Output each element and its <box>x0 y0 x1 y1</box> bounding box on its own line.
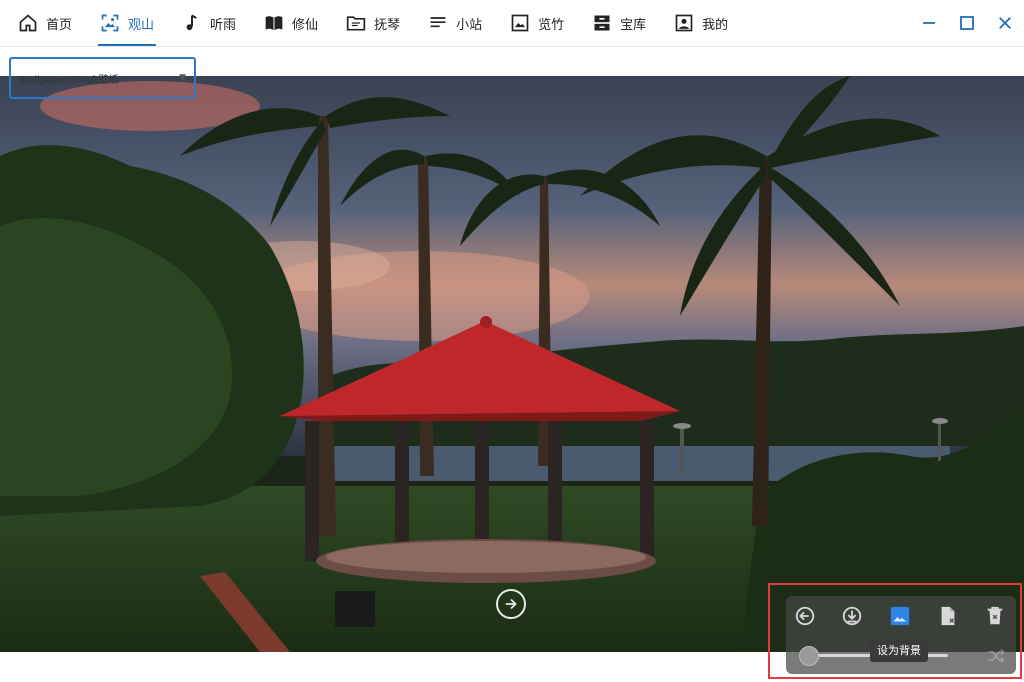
download-button[interactable] <box>840 604 864 628</box>
file-icon <box>941 606 955 626</box>
nav-mountain-label: 观山 <box>128 17 155 33</box>
arrow-right-icon <box>505 598 517 610</box>
nav-qin[interactable]: 抚琴 <box>336 0 410 46</box>
nav-treasury[interactable]: 宝库 <box>582 0 656 46</box>
wallpaper-viewer <box>0 76 1024 652</box>
main-nav: 首页 观山 听雨 修仙 抚琴 小站 览竹 宝库 我的 <box>8 0 746 46</box>
home-icon <box>19 14 37 32</box>
maximize-button[interactable] <box>948 0 986 46</box>
nav-station[interactable]: 小站 <box>418 0 492 46</box>
nav-mine-label: 我的 <box>702 17 729 33</box>
minimize-button[interactable] <box>910 0 948 46</box>
download-icon <box>842 606 862 626</box>
wallpaper-image <box>0 76 1024 652</box>
book-icon <box>265 16 283 31</box>
nav-station-label: 小站 <box>456 17 483 33</box>
trash-icon <box>987 606 1003 625</box>
list-icon <box>430 17 446 28</box>
nav-bamboo[interactable]: 览竹 <box>500 0 574 46</box>
previous-button[interactable] <box>793 604 817 628</box>
folder-icon <box>346 16 366 31</box>
nav-bamboo-label: 览竹 <box>538 17 565 33</box>
nav-home-label: 首页 <box>46 17 73 33</box>
wallpaper-icon <box>890 606 910 626</box>
next-wallpaper-button[interactable] <box>496 589 526 619</box>
picture-icon <box>511 14 529 32</box>
shuffle-icon[interactable] <box>986 646 1006 666</box>
tooltip: 设为背景 <box>870 640 928 662</box>
nav-rain[interactable]: 听雨 <box>172 0 246 46</box>
close-icon <box>999 17 1011 29</box>
slider-thumb[interactable] <box>799 646 819 666</box>
nav-qin-label: 抚琴 <box>374 17 401 33</box>
nav-cultivate[interactable]: 修仙 <box>254 0 328 46</box>
wallpaper-control-panel: 设为背景 <box>786 596 1016 674</box>
nav-cultivate-label: 修仙 <box>292 17 319 33</box>
maximize-icon <box>960 16 974 30</box>
minimize-icon <box>923 22 935 24</box>
nav-mine[interactable]: 我的 <box>664 0 738 46</box>
nav-rain-label: 听雨 <box>210 17 237 33</box>
wallpaper-source-select[interactable]: WallpaperScraft壁纸 ▼ <box>9 57 196 99</box>
chevron-down-icon: ▼ <box>179 73 186 83</box>
image-frame-icon <box>101 14 119 32</box>
set-background-button[interactable] <box>888 604 912 628</box>
arrow-left-circle-icon <box>795 606 815 626</box>
wallpaper-source-value: WallpaperScraft壁纸 <box>19 74 119 86</box>
user-icon <box>675 14 693 32</box>
nav-treasury-label: 宝库 <box>620 17 647 33</box>
window-controls <box>910 0 1024 46</box>
music-note-icon <box>186 14 197 31</box>
save-file-button[interactable] <box>936 604 960 628</box>
nav-mountain[interactable]: 观山 <box>90 0 164 46</box>
storage-icon <box>594 15 610 31</box>
top-nav-bar: 首页 观山 听雨 修仙 抚琴 小站 览竹 宝库 我的 <box>0 0 1024 47</box>
close-button[interactable] <box>986 0 1024 46</box>
nav-home[interactable]: 首页 <box>8 0 82 46</box>
delete-button[interactable] <box>983 604 1007 628</box>
